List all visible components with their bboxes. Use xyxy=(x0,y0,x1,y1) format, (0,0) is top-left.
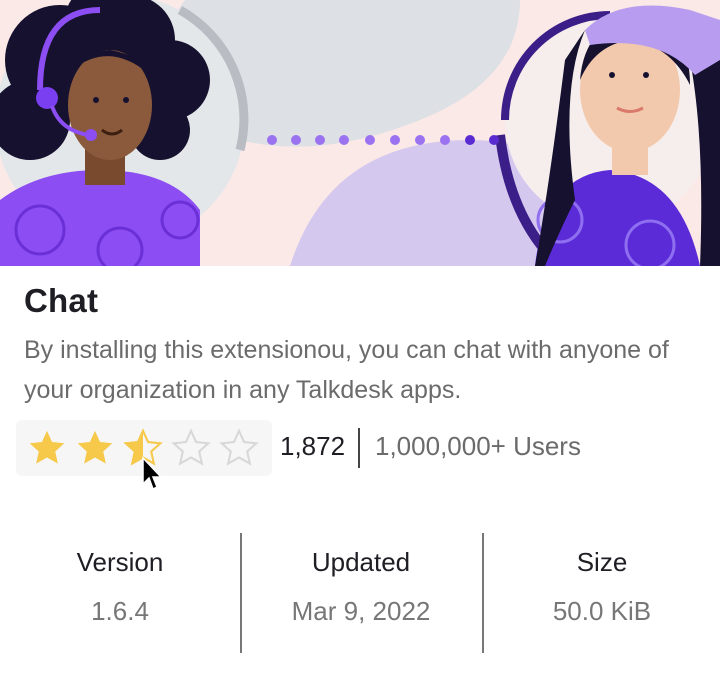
app-title: Chat xyxy=(24,282,99,319)
stat-value: Mar 9, 2022 xyxy=(291,596,431,626)
star-4[interactable] xyxy=(170,427,212,469)
user-count: 1,000,000+ Users xyxy=(375,431,581,461)
star-filled-icon xyxy=(77,430,113,464)
chat-illustration-graphic xyxy=(0,0,720,266)
stats-row: Version 1.6.4 Updated Mar 9, 2022 Size 5… xyxy=(0,533,720,653)
star-filled-icon xyxy=(29,430,65,464)
star-empty-icon xyxy=(219,428,259,466)
star-5[interactable] xyxy=(218,427,260,469)
stat-version: Version 1.6.4 xyxy=(0,533,240,653)
star-2[interactable] xyxy=(74,427,116,469)
extension-card: Chat By installing this extensionou, you… xyxy=(0,0,720,676)
star-empty-icon xyxy=(171,428,211,466)
stat-value: 1.6.4 xyxy=(91,596,149,626)
hero-illustration xyxy=(0,0,720,266)
stat-value: 50.0 KiB xyxy=(552,596,652,626)
stat-label: Size xyxy=(576,547,628,577)
app-description: By installing this extensionou, you can … xyxy=(24,336,669,404)
star-1[interactable] xyxy=(26,427,68,469)
stat-size: Size 50.0 KiB xyxy=(484,533,720,653)
stat-label: Updated xyxy=(311,547,411,577)
stat-label: Version xyxy=(76,547,164,577)
mouse-cursor-icon xyxy=(142,456,163,491)
rating-count: 1,872 xyxy=(280,431,346,461)
rating-separator xyxy=(358,428,360,468)
stat-updated: Updated Mar 9, 2022 xyxy=(240,533,482,653)
